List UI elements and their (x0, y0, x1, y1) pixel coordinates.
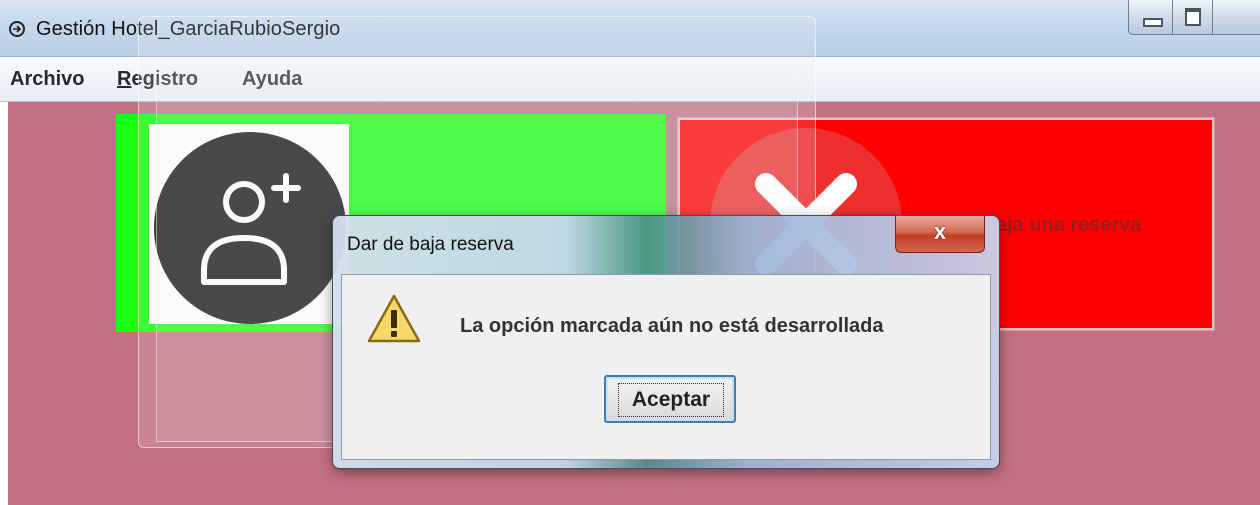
aceptar-label: Aceptar (618, 383, 724, 417)
maximize-icon (1185, 8, 1201, 26)
content-border (0, 102, 8, 505)
menu-archivo[interactable]: Archivo (10, 68, 84, 91)
minimize-button[interactable] (1128, 0, 1174, 35)
dialog-close-button[interactable]: x (895, 216, 985, 253)
maximize-button[interactable] (1172, 0, 1214, 35)
window-close-button[interactable] (1212, 0, 1260, 35)
minimize-icon (1143, 18, 1163, 27)
dialog-title: Dar de baja reserva (347, 234, 514, 255)
dialog-body: La opción marcada aún no está desarrolla… (341, 274, 991, 460)
cancel-reservation-label: aja una reserva (996, 214, 1142, 236)
dialog-message: La opción marcada aún no está desarrolla… (460, 315, 884, 337)
app-icon (9, 21, 25, 37)
close-icon: x (933, 219, 947, 244)
message-dialog: Dar de baja reserva x La opción marcada … (333, 216, 999, 468)
warning-icon (367, 294, 421, 343)
aceptar-button[interactable]: Aceptar (604, 375, 736, 423)
main-window: Gestión Hotel_GarciaRubioSergio Archivo … (0, 0, 1260, 505)
